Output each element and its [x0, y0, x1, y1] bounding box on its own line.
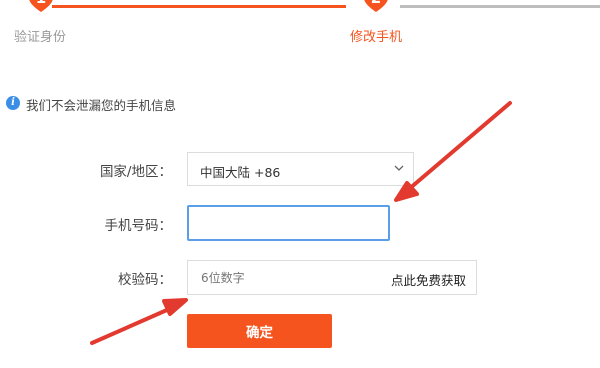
region-label: 国家/地区： — [99, 164, 172, 180]
progress-line-pending — [400, 5, 600, 8]
step-1-label: 验证身份 — [14, 30, 67, 45]
info-circle-icon: i — [6, 96, 20, 110]
annotation-arrow-icon — [90, 298, 188, 345]
get-code-button[interactable]: 点此免费获取 — [391, 270, 466, 289]
code-field: 点此免费获取 — [187, 260, 477, 295]
step-2-number: 2 — [371, 0, 381, 7]
code-label: 校验码： — [118, 272, 172, 288]
chevron-down-icon — [394, 165, 404, 171]
phone-label: 手机号码： — [104, 218, 173, 234]
phone-input[interactable] — [187, 205, 390, 241]
step-2-label: 修改手机 — [350, 30, 403, 45]
region-select-value: 中国大陆 +86 — [200, 165, 281, 180]
step-2-badge: 2 — [361, 0, 391, 12]
region-select[interactable]: 中国大陆 +86 — [187, 152, 414, 186]
code-input[interactable] — [189, 262, 403, 293]
step-1-badge: 1 — [26, 0, 56, 12]
step-1-number: 1 — [36, 0, 46, 7]
privacy-notice: 我们不会泄漏您的手机信息 — [26, 98, 177, 113]
progress-line-completed — [52, 5, 346, 8]
confirm-button[interactable]: 确定 — [187, 314, 332, 348]
